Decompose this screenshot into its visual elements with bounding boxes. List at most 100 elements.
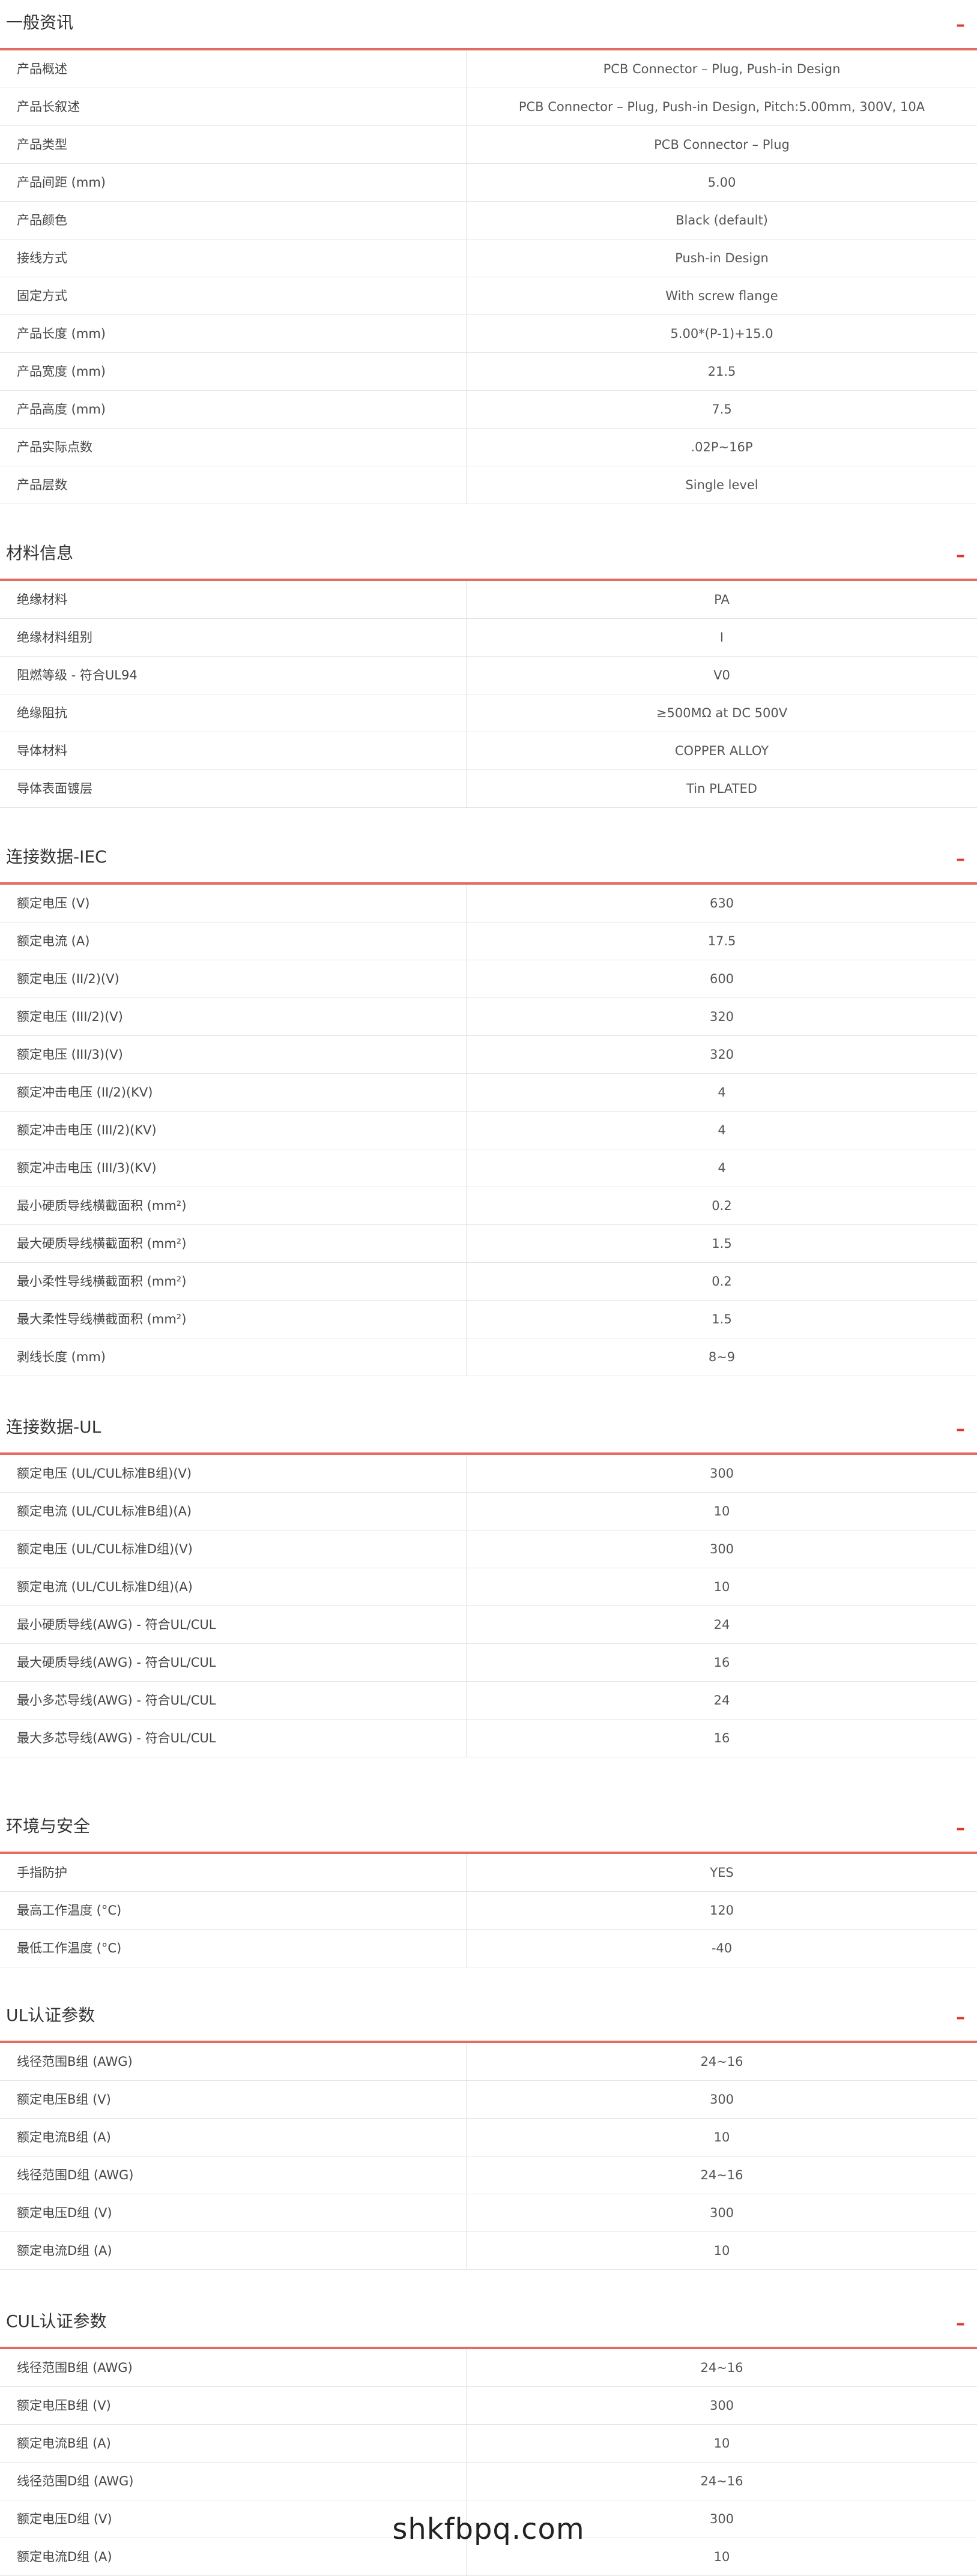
spec-label: 额定冲击电压 (III/2)(KV) [17, 1123, 157, 1137]
table-row: 额定电压B组 (V) 300 [0, 2081, 977, 2119]
spec-label: 额定电流B组 (A) [17, 2130, 111, 2144]
table-row: 额定电压 (III/2)(V) 320 [0, 998, 977, 1036]
spec-value: 0.2 [712, 1199, 732, 1213]
spec-label: 产品长叙述 [17, 100, 80, 114]
section-title: 一般资讯 [6, 13, 74, 32]
table-row: 额定电流 (A) 17.5 [0, 922, 977, 960]
spec-value: YES [710, 1865, 734, 1880]
spec-label: 额定电压 (UL/CUL标准D组)(V) [17, 1542, 193, 1556]
spec-value: ≥500MΩ at DC 500V [656, 706, 788, 720]
table-row: 产品长度 (mm) 5.00*(P-1)+15.0 [0, 315, 977, 353]
spec-label: 额定电压D组 (V) [17, 2206, 112, 2220]
table-row: 产品宽度 (mm) 21.5 [0, 353, 977, 391]
spec-value: 17.5 [707, 934, 736, 948]
spec-value: Black (default) [676, 213, 768, 227]
spec-value: Tin PLATED [686, 781, 757, 796]
table-row: 绝缘材料 PA [0, 581, 977, 619]
spec-table: 手指防护 YES 最高工作温度 (°C) 120 最低工作温度 (°C) -40 [0, 1854, 977, 1967]
spec-label: 阻燃等级 - 符合UL94 [17, 668, 138, 682]
spec-label: 产品层数 [17, 478, 67, 492]
spec-label: 产品概述 [17, 62, 67, 76]
spec-label: 绝缘阻抗 [17, 706, 67, 720]
table-row: 产品层数 Single level [0, 466, 977, 504]
table-row: 最低工作温度 (°C) -40 [0, 1930, 977, 1967]
spec-value: 300 [709, 2092, 734, 2107]
spec-label: 最小柔性导线横截面积 (mm²) [17, 1274, 187, 1289]
spec-label: 额定电压B组 (V) [17, 2398, 111, 2413]
spec-value: 4 [718, 1085, 726, 1100]
collapse-icon[interactable]: – [956, 1816, 965, 1842]
section-header[interactable]: 环境与安全 – [0, 1804, 977, 1854]
table-row: 产品长叙述 PCB Connector – Plug, Push-in Desig… [0, 88, 977, 126]
collapse-icon[interactable]: – [956, 12, 965, 38]
spec-value: 10 [713, 1580, 730, 1594]
spec-label: 额定电压 (III/2)(V) [17, 1010, 123, 1024]
section-header[interactable]: 连接数据-UL – [0, 1404, 977, 1455]
table-row: 额定电压 (V) 630 [0, 885, 977, 922]
table-row: 最小多芯导线(AWG) - 符合UL/CUL 24 [0, 1682, 977, 1720]
section-header[interactable]: CUL认证参数 – [0, 2299, 977, 2349]
table-row: 手指防护 YES [0, 1854, 977, 1892]
section-title: 材料信息 [6, 543, 74, 563]
section-header[interactable]: UL认证参数 – [0, 1993, 977, 2043]
table-row: 额定冲击电压 (III/2)(KV) 4 [0, 1112, 977, 1149]
section-title: UL认证参数 [6, 2005, 95, 2025]
table-row: 阻燃等级 - 符合UL94 V0 [0, 657, 977, 694]
table-row: 额定电流D组 (A) 10 [0, 2232, 977, 2270]
spec-label: 产品宽度 (mm) [17, 364, 106, 379]
table-row: 最大柔性导线横截面积 (mm²) 1.5 [0, 1301, 977, 1338]
collapse-icon[interactable]: – [956, 2311, 965, 2337]
section-title: CUL认证参数 [6, 2311, 107, 2331]
spec-value: Single level [685, 478, 758, 492]
table-row: 剥线长度 (mm) 8~9 [0, 1338, 977, 1376]
spec-value: -40 [711, 1941, 733, 1955]
collapse-icon[interactable]: – [956, 2005, 965, 2031]
spec-label: 剥线长度 (mm) [17, 1350, 106, 1364]
spec-value: 10 [713, 1504, 730, 1518]
spec-label: 额定电流D组 (A) [17, 2243, 112, 2258]
spec-value: PCB Connector – Plug, Push-in Design, Pi… [518, 100, 925, 114]
spec-label: 线径范围B组 (AWG) [17, 2361, 133, 2375]
spec-label: 接线方式 [17, 251, 67, 265]
spec-value: Push-in Design [675, 251, 769, 265]
spec-label: 绝缘材料组别 [17, 630, 92, 645]
collapse-icon[interactable]: – [956, 846, 965, 873]
table-row: 最小硬质导线横截面积 (mm²) 0.2 [0, 1187, 977, 1225]
spec-label: 额定电流 (A) [17, 934, 90, 948]
spec-value: 300 [709, 1542, 734, 1556]
table-row: 最大多芯导线(AWG) - 符合UL/CUL 16 [0, 1720, 977, 1757]
spec-value: 5.00 [707, 175, 736, 190]
spec-label: 最小硬质导线横截面积 (mm²) [17, 1199, 187, 1213]
spec-value: 320 [709, 1047, 734, 1062]
spec-value: 24~16 [700, 2361, 743, 2375]
spec-label: 产品长度 (mm) [17, 327, 106, 341]
section-header[interactable]: 连接数据-IEC – [0, 834, 977, 885]
spec-label: 线径范围D组 (AWG) [17, 2168, 134, 2182]
spec-label: 最大多芯导线(AWG) - 符合UL/CUL [17, 1731, 216, 1745]
spec-label: 额定电压 (V) [17, 896, 90, 910]
section-header[interactable]: 材料信息 – [0, 531, 977, 581]
spec-label: 最高工作温度 (°C) [17, 1903, 122, 1918]
spec-value: 120 [709, 1903, 734, 1918]
spec-value: 300 [709, 2206, 734, 2220]
section-header[interactable]: 一般资讯 – [0, 0, 977, 50]
table-row: 额定电流B组 (A) 10 [0, 2425, 977, 2463]
spec-label: 额定冲击电压 (III/3)(KV) [17, 1161, 157, 1175]
spec-value: PCB Connector – Plug [654, 137, 790, 152]
spec-label: 固定方式 [17, 289, 67, 303]
collapse-icon[interactable]: – [956, 1416, 965, 1443]
collapse-icon[interactable]: – [956, 543, 965, 569]
spec-label: 额定冲击电压 (II/2)(KV) [17, 1085, 153, 1100]
spec-value: 5.00*(P-1)+15.0 [670, 327, 773, 341]
spec-value: 300 [709, 1466, 734, 1481]
spec-label: 产品实际点数 [17, 440, 92, 454]
table-row: 产品类型 PCB Connector – Plug [0, 126, 977, 164]
spec-label: 产品高度 (mm) [17, 402, 106, 417]
spec-label: 最小硬质导线(AWG) - 符合UL/CUL [17, 1618, 216, 1632]
spec-label: 额定电压 (UL/CUL标准B组)(V) [17, 1466, 192, 1481]
spec-label: 额定电压 (II/2)(V) [17, 972, 119, 986]
spec-value: 300 [709, 2398, 734, 2413]
spec-value: 8~9 [708, 1350, 736, 1364]
spec-label: 导体表面镀层 [17, 781, 92, 796]
spec-label: 最大硬质导线(AWG) - 符合UL/CUL [17, 1655, 216, 1670]
